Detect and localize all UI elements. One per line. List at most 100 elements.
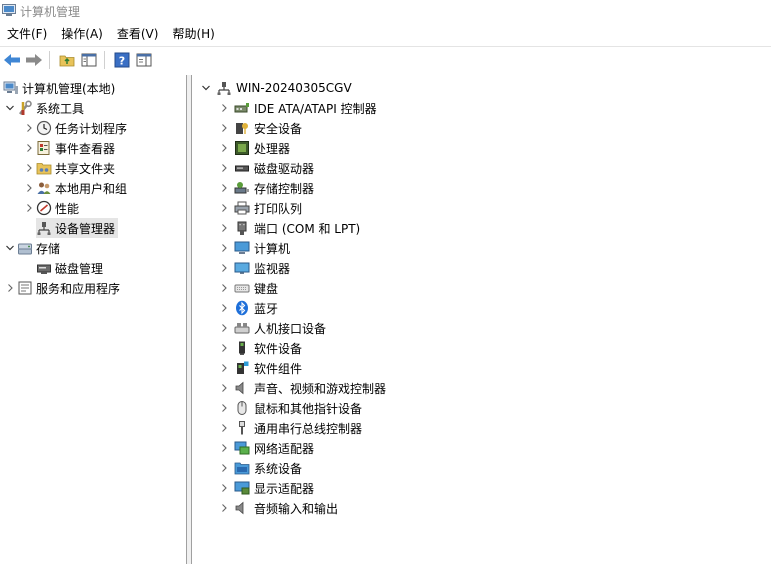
- tree-item-computer-management[interactable]: 计算机管理(本地): [3, 78, 115, 98]
- device-category-label: IDE ATA/ATAPI 控制器: [254, 101, 377, 116]
- help-icon[interactable]: ?: [112, 50, 132, 70]
- tree-item-label: 存储: [36, 241, 61, 256]
- device-category-storage-controllers[interactable]: 存储控制器: [216, 178, 314, 198]
- disk-drive-icon: [234, 160, 250, 176]
- chevron-right-icon[interactable]: [216, 221, 232, 235]
- chevron-right-icon[interactable]: [216, 361, 232, 375]
- device-category-label: 存储控制器: [254, 181, 315, 196]
- tree-item-task-scheduler[interactable]: 任务计划程序: [22, 118, 127, 138]
- chevron-right-icon[interactable]: [216, 381, 232, 395]
- chevron-right-icon[interactable]: [216, 501, 232, 515]
- menu-help[interactable]: 帮助(H): [165, 24, 221, 44]
- device-category-display-adapters[interactable]: 显示适配器: [216, 478, 314, 498]
- chevron-right-icon[interactable]: [216, 241, 232, 255]
- device-category-hid[interactable]: 人机接口设备: [216, 318, 326, 338]
- device-category-processor[interactable]: 处理器: [216, 138, 290, 158]
- chevron-down-icon[interactable]: [3, 241, 17, 255]
- device-category-label: 计算机: [254, 241, 291, 256]
- show-hide-tree-icon[interactable]: [79, 50, 99, 70]
- tree-item-disk-management[interactable]: 磁盘管理: [36, 258, 103, 278]
- device-category-sound[interactable]: 声音、视频和游戏控制器: [216, 378, 386, 398]
- device-category-mice[interactable]: 鼠标和其他指针设备: [216, 398, 362, 418]
- chevron-right-icon[interactable]: [22, 141, 36, 155]
- device-category-bluetooth[interactable]: 蓝牙: [216, 298, 278, 318]
- device-category-monitors[interactable]: 监视器: [216, 258, 290, 278]
- device-category-security[interactable]: 安全设备: [216, 118, 302, 138]
- device-category-label: 音频输入和输出: [254, 501, 339, 516]
- window-title: 计算机管理: [20, 5, 81, 19]
- navigation-tree: 计算机管理(本地) 系统工具 任务计划程序 事件查看器 共享文件夹 本地用户和组…: [0, 75, 186, 564]
- back-arrow-icon[interactable]: [2, 50, 22, 70]
- storage-controller-icon: [234, 180, 250, 196]
- tree-item-event-viewer[interactable]: 事件查看器: [22, 138, 115, 158]
- device-category-computer[interactable]: 计算机: [216, 238, 290, 258]
- device-category-audio-io[interactable]: 音频输入和输出: [216, 498, 338, 518]
- chevron-right-icon[interactable]: [216, 201, 232, 215]
- chevron-right-icon[interactable]: [216, 421, 232, 435]
- audio-io-icon: [234, 500, 250, 516]
- device-category-ide[interactable]: IDE ATA/ATAPI 控制器: [216, 98, 377, 118]
- tree-item-performance[interactable]: 性能: [22, 198, 79, 218]
- device-category-label: 键盘: [254, 281, 279, 296]
- tree-item-label: 系统工具: [36, 101, 85, 116]
- tree-item-device-manager[interactable]: 设备管理器: [36, 218, 119, 238]
- chevron-right-icon[interactable]: [216, 141, 232, 155]
- chevron-right-icon[interactable]: [216, 121, 232, 135]
- chevron-right-icon[interactable]: [22, 121, 36, 135]
- chevron-right-icon[interactable]: [216, 261, 232, 275]
- tree-item-services-applications[interactable]: 服务和应用程序: [3, 278, 120, 298]
- tree-item-label: 服务和应用程序: [36, 281, 121, 296]
- device-category-usb[interactable]: 通用串行总线控制器: [216, 418, 362, 438]
- device-category-print-queues[interactable]: 打印队列: [216, 198, 302, 218]
- tree-item-label: 事件查看器: [55, 141, 116, 156]
- computer-management-icon: [3, 80, 19, 96]
- device-category-software-devices[interactable]: 软件设备: [216, 338, 302, 358]
- chevron-right-icon[interactable]: [22, 181, 36, 195]
- computer-node[interactable]: WIN-20240305CGV: [198, 78, 352, 98]
- clock-icon: [36, 120, 52, 136]
- chevron-right-icon[interactable]: [216, 281, 232, 295]
- device-category-network-adapters[interactable]: 网络适配器: [216, 438, 314, 458]
- device-category-disk-drives[interactable]: 磁盘驱动器: [216, 158, 314, 178]
- tree-item-system-tools[interactable]: 系统工具: [3, 98, 84, 118]
- device-category-ports[interactable]: 端口 (COM 和 LPT): [216, 218, 360, 238]
- performance-icon: [36, 200, 52, 216]
- chevron-right-icon[interactable]: [216, 321, 232, 335]
- device-category-system-devices[interactable]: 系统设备: [216, 458, 302, 478]
- storage-icon: [17, 240, 33, 256]
- up-folder-icon[interactable]: [57, 50, 77, 70]
- chevron-right-icon[interactable]: [216, 461, 232, 475]
- software-component-icon: [234, 360, 250, 376]
- menu-file[interactable]: 文件(F): [0, 24, 54, 44]
- chevron-right-icon[interactable]: [216, 401, 232, 415]
- chevron-right-icon[interactable]: [216, 301, 232, 315]
- selection-highlight: 设备管理器: [36, 218, 119, 238]
- ide-controller-icon: [234, 100, 250, 116]
- tree-item-local-users[interactable]: 本地用户和组: [22, 178, 127, 198]
- device-category-label: 通用串行总线控制器: [254, 421, 363, 436]
- computer-icon: [234, 240, 250, 256]
- menu-action[interactable]: 操作(A): [54, 24, 110, 44]
- device-category-software-components[interactable]: 软件组件: [216, 358, 302, 378]
- chevron-right-icon[interactable]: [216, 341, 232, 355]
- tree-item-storage[interactable]: 存储: [3, 238, 60, 258]
- chevron-right-icon[interactable]: [22, 161, 36, 175]
- forward-arrow-icon[interactable]: [24, 50, 44, 70]
- tree-item-shared-folders[interactable]: 共享文件夹: [22, 158, 115, 178]
- chevron-down-icon[interactable]: [3, 101, 17, 115]
- device-category-label: 网络适配器: [254, 441, 315, 456]
- chevron-right-icon[interactable]: [216, 161, 232, 175]
- chevron-right-icon[interactable]: [216, 101, 232, 115]
- menu-bar: 文件(F) 操作(A) 查看(V) 帮助(H): [0, 24, 771, 44]
- tree-item-label: 任务计划程序: [55, 121, 128, 136]
- chevron-right-icon[interactable]: [3, 281, 17, 295]
- properties-icon[interactable]: [134, 50, 154, 70]
- disk-management-icon: [36, 260, 52, 276]
- device-category-keyboards[interactable]: 键盘: [216, 278, 278, 298]
- chevron-right-icon[interactable]: [216, 181, 232, 195]
- chevron-right-icon[interactable]: [216, 481, 232, 495]
- chevron-down-icon[interactable]: [198, 81, 214, 95]
- chevron-right-icon[interactable]: [216, 441, 232, 455]
- menu-view[interactable]: 查看(V): [110, 24, 166, 44]
- chevron-right-icon[interactable]: [22, 201, 36, 215]
